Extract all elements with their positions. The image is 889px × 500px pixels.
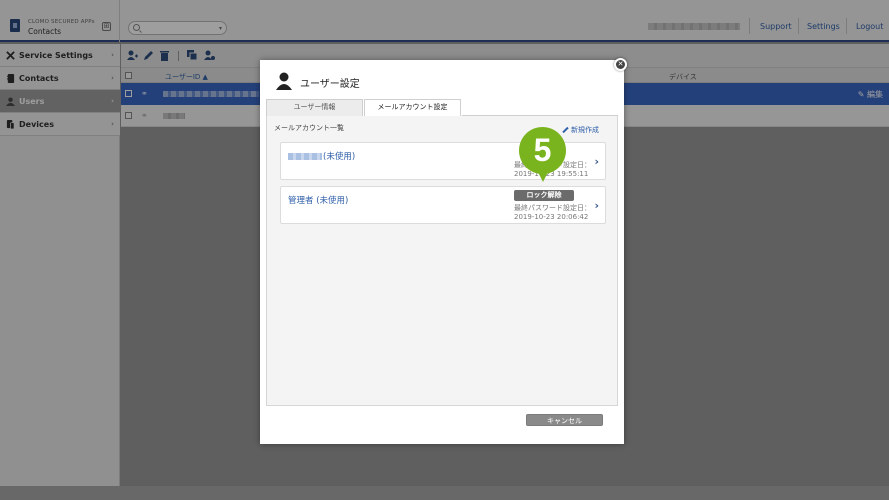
section-heading: メールアカウント一覧: [274, 124, 344, 132]
account-name: (未使用): [288, 150, 355, 162]
user-icon: [276, 72, 292, 90]
chevron-right-icon[interactable]: ›: [594, 199, 599, 212]
pencil-icon: [562, 126, 569, 134]
create-new-label: 新規作成: [571, 126, 599, 134]
account-name: 管理者 (未使用): [288, 196, 349, 206]
masked-account-name: [288, 153, 322, 160]
dialog-title: ユーザー設定: [300, 79, 360, 90]
cancel-button[interactable]: キャンセル: [526, 414, 603, 426]
user-settings-dialog: ユーザー設定 ユーザー情報 メールアカウント設定 メールアカウント一覧 新規作成…: [260, 60, 624, 444]
close-icon[interactable]: ✕: [614, 58, 627, 71]
mail-account-item[interactable]: 管理者 (未使用) ロック解除 最終パスワード設定日： 2019-10-23 2…: [280, 186, 606, 224]
mail-account-panel: メールアカウント一覧 新規作成 (未使用) 最終パスワード設定日： 2019-1…: [266, 116, 618, 406]
create-new-link[interactable]: 新規作成: [562, 125, 599, 135]
meta-date: 2019-10-23 20:06:42: [514, 213, 589, 221]
chevron-right-icon[interactable]: ›: [594, 155, 599, 168]
last-password-set: 最終パスワード設定日： 2019-10-23 20:06:42: [514, 204, 591, 222]
account-status: (未使用): [323, 152, 356, 162]
unlock-button[interactable]: ロック解除: [514, 190, 574, 201]
step-number-badge: 5: [519, 127, 566, 174]
tab-mail-account-settings[interactable]: メールアカウント設定: [364, 99, 461, 117]
tab-user-info[interactable]: ユーザー情報: [266, 99, 363, 116]
meta-label: 最終パスワード設定日：: [514, 204, 591, 212]
